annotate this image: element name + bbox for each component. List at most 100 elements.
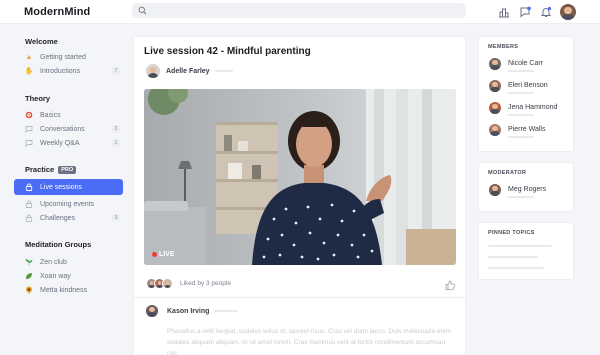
sidebar-item-label: Xoan way	[40, 272, 71, 280]
live-video[interactable]: LIVE	[144, 89, 456, 265]
moderator-panel: MODERATOR Meg Rogers	[478, 162, 574, 212]
lock-icon	[25, 183, 33, 191]
liked-by-text: Liked by 3 people	[180, 280, 231, 287]
moderator-name: Meg Rogers	[508, 186, 547, 193]
count-badge: 1	[112, 139, 120, 147]
member-name: Nicole Carr	[508, 60, 544, 67]
group-title-welcome: Welcome	[25, 37, 58, 46]
sidebar-item-label: Metta kindness	[40, 286, 88, 294]
sidebar-item-label: Getting started	[40, 53, 86, 61]
top-bar: ModernMind	[0, 0, 600, 24]
count-badge: 7	[112, 67, 120, 75]
pinned-topics-panel: PINNED TOPICS	[478, 222, 574, 280]
sidebar-item-label: Basics	[40, 111, 61, 119]
member-name: Eleri Benson	[508, 82, 548, 89]
lock-icon	[25, 214, 33, 222]
moderator-meta-placeholder	[508, 196, 534, 198]
sidebar-item-upcoming-events[interactable]: Upcoming events	[14, 197, 126, 211]
comment-meta-placeholder	[214, 310, 239, 312]
liker-avatar	[162, 278, 173, 289]
comment-header: Kason Irving	[146, 305, 239, 317]
bell-icon[interactable]	[539, 5, 553, 19]
count-badge: 3	[112, 214, 120, 222]
count-badge: 3	[112, 125, 120, 133]
divider	[134, 297, 465, 298]
brand-logo[interactable]: ModernMind	[24, 6, 90, 18]
chat-bubble-icon	[25, 139, 33, 147]
sidebar-item-getting-started[interactable]: ▲ Getting started	[14, 50, 126, 64]
search-icon	[138, 6, 147, 15]
chat-icon[interactable]	[518, 5, 532, 19]
sidebar-item-basics[interactable]: Basics	[14, 108, 126, 122]
moderator-avatar	[489, 184, 501, 196]
comment-author-avatar[interactable]	[146, 305, 158, 317]
sidebar-item-label: Weekly Q&A	[40, 139, 80, 147]
sidebar-item-label: Live sessions	[40, 183, 83, 191]
sidebar-item-live-sessions[interactable]: Live sessions	[14, 179, 123, 195]
sidebar-item-challenges[interactable]: Challenges 3	[14, 211, 126, 225]
sidebar-item-label: Conversations	[40, 125, 85, 133]
moderator-title: MODERATOR	[488, 170, 527, 176]
member-name: Jena Hammond	[508, 104, 558, 111]
member-avatar	[489, 58, 501, 70]
target-icon	[25, 111, 33, 119]
sidebar-item-introductions[interactable]: ✋ Introductions 7	[14, 64, 126, 78]
hand-icon: ✋	[24, 68, 34, 75]
pro-badge: PRO	[58, 166, 77, 174]
member-meta-placeholder	[508, 92, 534, 94]
pinned-topics-title: PINNED TOPICS	[488, 230, 535, 236]
live-dot-icon	[152, 252, 157, 257]
member-item[interactable]: Pierre Walls	[489, 124, 545, 138]
host-name[interactable]: Adelle Farley	[166, 68, 210, 75]
search-input[interactable]	[132, 3, 466, 18]
comment-author-name[interactable]: Kason Irving	[167, 308, 209, 315]
host-row: Adelle Farley	[146, 64, 233, 78]
group-title-text: Practice	[25, 165, 55, 174]
member-meta-placeholder	[508, 114, 534, 116]
sidebar-item-label: Upcoming events	[40, 200, 95, 208]
member-avatar	[489, 124, 501, 136]
seedling-icon	[25, 258, 33, 266]
sidebar-item-label: Zen club	[40, 258, 67, 266]
members-title: MEMBERS	[488, 44, 519, 50]
group-title-practice: Practice PRO	[25, 165, 126, 174]
member-meta-placeholder	[508, 70, 534, 72]
session-card: Live session 42 - Mindful parenting Adel…	[133, 36, 466, 355]
members-panel: MEMBERS Nicole Carr Eleri Benson Jena Ha…	[478, 36, 574, 152]
group-title-theory: Theory	[25, 94, 51, 103]
sidebar-item-label: Challenges	[40, 214, 76, 222]
thumbs-up-icon[interactable]	[445, 280, 455, 290]
member-avatar	[489, 102, 501, 114]
chat-bubble-icon	[25, 125, 33, 133]
member-item[interactable]: Jena Hammond	[489, 102, 557, 116]
pinned-topic-placeholder[interactable]	[488, 256, 538, 258]
member-item[interactable]: Eleri Benson	[489, 80, 548, 94]
session-title: Live session 42 - Mindful parenting	[144, 46, 311, 57]
pinned-topic-placeholder[interactable]	[488, 245, 552, 247]
leaf-icon	[25, 272, 33, 280]
pinned-topic-placeholder[interactable]	[488, 267, 544, 269]
sidebar-item-metta-kindness[interactable]: Metta kindness	[14, 283, 126, 297]
leaderboard-icon[interactable]	[497, 5, 511, 19]
host-meta-placeholder	[214, 70, 233, 72]
member-name: Pierre Walls	[508, 126, 546, 133]
live-label: LIVE	[159, 251, 175, 258]
moderator-item[interactable]: Meg Rogers	[489, 184, 546, 198]
sidebar-item-weekly-qa[interactable]: Weekly Q&A 1	[14, 136, 126, 150]
member-avatar	[489, 80, 501, 92]
warning-icon: ▲	[25, 53, 33, 61]
sidebar-item-label: Introductions	[40, 67, 81, 75]
video-frame	[144, 89, 456, 265]
user-avatar[interactable]	[560, 4, 576, 20]
member-item[interactable]: Nicole Carr	[489, 58, 543, 72]
live-indicator: LIVE	[152, 251, 175, 258]
sunflower-icon	[25, 286, 33, 294]
lock-icon	[25, 200, 33, 208]
likes-row[interactable]: Liked by 3 people	[146, 278, 231, 289]
group-title-meditation-groups: Meditation Groups	[25, 240, 92, 249]
host-avatar[interactable]	[146, 64, 160, 78]
member-meta-placeholder	[508, 136, 534, 138]
sidebar-item-zen-club[interactable]: Zen club	[14, 255, 126, 269]
sidebar-item-conversations[interactable]: Conversations 3	[14, 122, 126, 136]
sidebar-item-xoan-way[interactable]: Xoan way	[14, 269, 126, 283]
